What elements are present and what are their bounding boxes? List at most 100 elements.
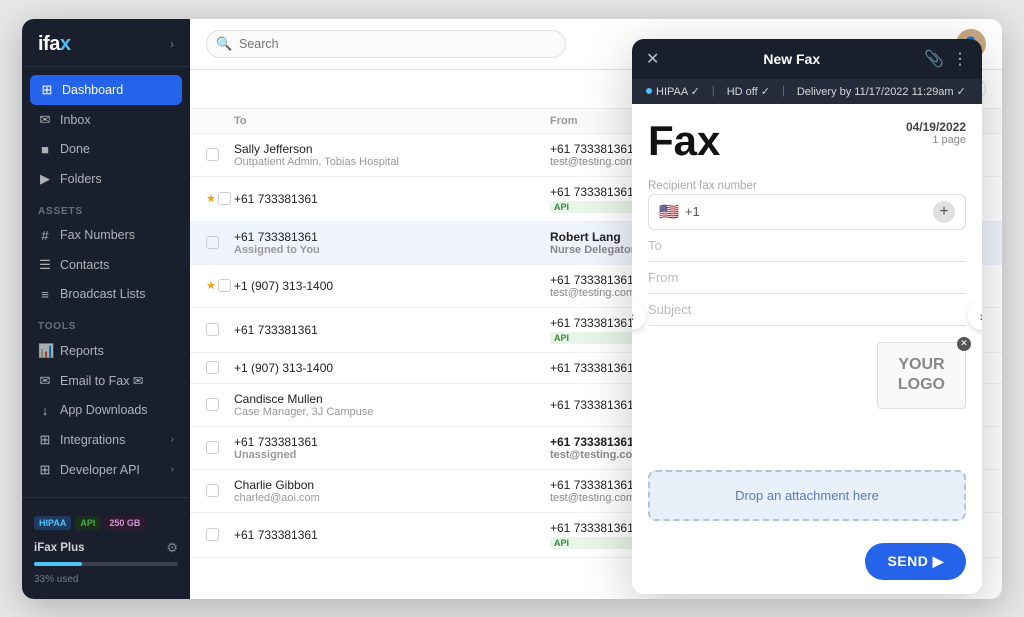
row-checkbox[interactable]	[206, 361, 219, 374]
sidebar-item-contacts[interactable]: ☰ Contacts	[22, 250, 190, 280]
sidebar-item-email-to-fax[interactable]: ✉ Email to Fax ✉	[22, 366, 190, 396]
sidebar-item-done[interactable]: ■ Done	[22, 135, 190, 164]
sidebar-item-app-downloads[interactable]: ↓ App Downloads	[22, 396, 190, 425]
sidebar-item-integrations[interactable]: ⊞ Integrations ›	[22, 425, 190, 455]
star-icon: ★	[206, 192, 216, 205]
sidebar-item-fax-numbers[interactable]: # Fax Numbers	[22, 221, 190, 250]
new-fax-title: New Fax	[659, 51, 924, 67]
delivery-label: Delivery by 11/17/2022 11:29am ✓	[797, 85, 966, 98]
row-checkbox[interactable]	[206, 528, 219, 541]
fax-pages: 1 page	[906, 134, 966, 146]
sidebar-item-label: Broadcast Lists	[60, 287, 145, 301]
sidebar-item-broadcast-lists[interactable]: ≡ Broadcast Lists	[22, 280, 190, 309]
plan-label: iFax Plus	[34, 542, 85, 554]
progress-bar-wrap	[34, 562, 178, 566]
send-button[interactable]: SEND ▶	[865, 543, 966, 580]
delivery-toggle[interactable]: Delivery by 11/17/2022 11:29am ✓	[797, 85, 966, 98]
fax-date: 04/19/2022	[906, 120, 966, 134]
new-fax-subbar: HIPAA ✓ | HD off ✓ | Delivery by 11/17/2…	[632, 79, 982, 104]
to-sub: Outpatient Admin, Tobias Hospital	[234, 156, 550, 168]
help-section-label: HELP	[22, 485, 190, 497]
more-options-icon[interactable]: ⋮	[952, 49, 968, 69]
sidebar-item-reports[interactable]: 📊 Reports	[22, 336, 190, 366]
logo-box: ✕ YOUR LOGO	[877, 342, 966, 410]
hipaa-badge: HIPAA	[34, 516, 71, 530]
to-name: +61 733381361	[234, 323, 550, 337]
row-checkbox[interactable]	[206, 398, 219, 411]
sidebar-bottom: HIPAA API 250 GB iFax Plus ⚙ 33% used	[22, 497, 190, 599]
sidebar-item-label: Inbox	[60, 113, 91, 127]
to-name: +1 (907) 313-1400	[234, 361, 550, 375]
reports-icon: 📊	[38, 343, 52, 359]
new-fax-panel: ‹ › ✕ New Fax 📎 ⋮ HIPAA ✓ | HD off ✓ | D…	[632, 39, 982, 594]
progress-bar-fill	[34, 562, 82, 566]
attachment-label: Drop an attachment here	[735, 488, 879, 503]
hipaa-label: HIPAA ✓	[656, 85, 700, 98]
sidebar-item-inbox[interactable]: ✉ Inbox	[22, 105, 190, 135]
contacts-icon: ☰	[38, 257, 52, 273]
assets-section-label: ASSETS	[22, 194, 190, 221]
to-name: +61 733381361	[234, 192, 550, 206]
to-name: Candisce Mullen	[234, 392, 550, 406]
fax-heading: Fax	[648, 120, 720, 162]
row-checkbox[interactable]	[206, 148, 219, 161]
sidebar-item-label: Folders	[60, 172, 102, 186]
sidebar-item-folders[interactable]: ▶ Folders	[22, 164, 190, 194]
storage-badge: 250 GB	[104, 516, 145, 530]
to-name: +61 733381361	[234, 230, 550, 244]
search-input[interactable]	[206, 30, 566, 58]
row-checkbox[interactable]	[218, 192, 231, 205]
developer-api-icon: ⊞	[38, 462, 52, 478]
app-container: ifax › ⊞ Dashboard ✉ Inbox ■ Done ▶ Fold…	[22, 19, 1002, 599]
chevron-down-icon: ›	[171, 434, 174, 445]
row-checkbox[interactable]	[206, 323, 219, 336]
star-icon: ★	[206, 279, 216, 292]
sidebar-item-dashboard[interactable]: ⊞ Dashboard	[30, 75, 182, 105]
new-fax-footer: SEND ▶	[632, 533, 982, 594]
sidebar: ifax › ⊞ Dashboard ✉ Inbox ■ Done ▶ Fold…	[22, 19, 190, 599]
row-checkbox[interactable]	[206, 484, 219, 497]
sidebar-item-label: Reports	[60, 344, 104, 358]
attachment-icon[interactable]: 📎	[924, 49, 944, 69]
fax-date-area: Fax 04/19/2022 1 page	[648, 120, 966, 162]
inbox-icon: ✉	[38, 112, 52, 128]
add-fax-number-button[interactable]: +	[933, 201, 955, 223]
fax-number-input[interactable]	[706, 204, 927, 219]
sidebar-item-label: Fax Numbers	[60, 228, 135, 242]
gear-icon[interactable]: ⚙	[166, 540, 178, 556]
to-field[interactable]	[648, 230, 966, 262]
subject-field[interactable]	[648, 294, 966, 326]
logo: ifax	[38, 33, 70, 56]
to-sub: Assigned to You	[234, 244, 550, 256]
row-checkbox[interactable]	[206, 441, 219, 454]
to-name: Sally Jefferson	[234, 142, 550, 156]
hd-toggle[interactable]: HD off ✓	[727, 85, 770, 98]
done-icon: ■	[38, 142, 52, 157]
to-name: Charlie Gibbon	[234, 478, 550, 492]
fax-numbers-icon: #	[38, 228, 52, 243]
close-icon[interactable]: ✕	[646, 49, 659, 69]
dashboard-icon: ⊞	[40, 82, 54, 98]
hipaa-dot	[646, 88, 652, 94]
hipaa-toggle[interactable]: HIPAA ✓	[646, 85, 700, 98]
attachment-drop-zone[interactable]: Drop an attachment here	[648, 470, 966, 521]
fax-date-block: 04/19/2022 1 page	[906, 120, 966, 146]
hd-label: HD off ✓	[727, 85, 770, 98]
new-fax-body: Fax 04/19/2022 1 page Recipient fax numb…	[632, 104, 982, 458]
broadcast-icon: ≡	[38, 287, 52, 302]
sidebar-item-developer-api[interactable]: ⊞ Developer API ›	[22, 455, 190, 485]
integrations-icon: ⊞	[38, 432, 52, 448]
sidebar-logo: ifax ›	[22, 19, 190, 67]
email-fax-icon: ✉	[38, 373, 52, 389]
to-name: +1 (907) 313-1400	[234, 279, 550, 293]
from-field[interactable]	[648, 262, 966, 294]
downloads-icon: ↓	[38, 403, 52, 418]
sidebar-item-label: Email to Fax ✉	[60, 373, 143, 388]
send-label: SEND ▶	[887, 553, 944, 570]
row-checkbox[interactable]	[206, 236, 219, 249]
sidebar-item-label: Contacts	[60, 258, 109, 272]
logo-remove-button[interactable]: ✕	[957, 337, 971, 351]
new-fax-topbar: ✕ New Fax 📎 ⋮	[632, 39, 982, 79]
row-checkbox[interactable]	[218, 279, 231, 292]
to-sub: Unassigned	[234, 449, 550, 461]
